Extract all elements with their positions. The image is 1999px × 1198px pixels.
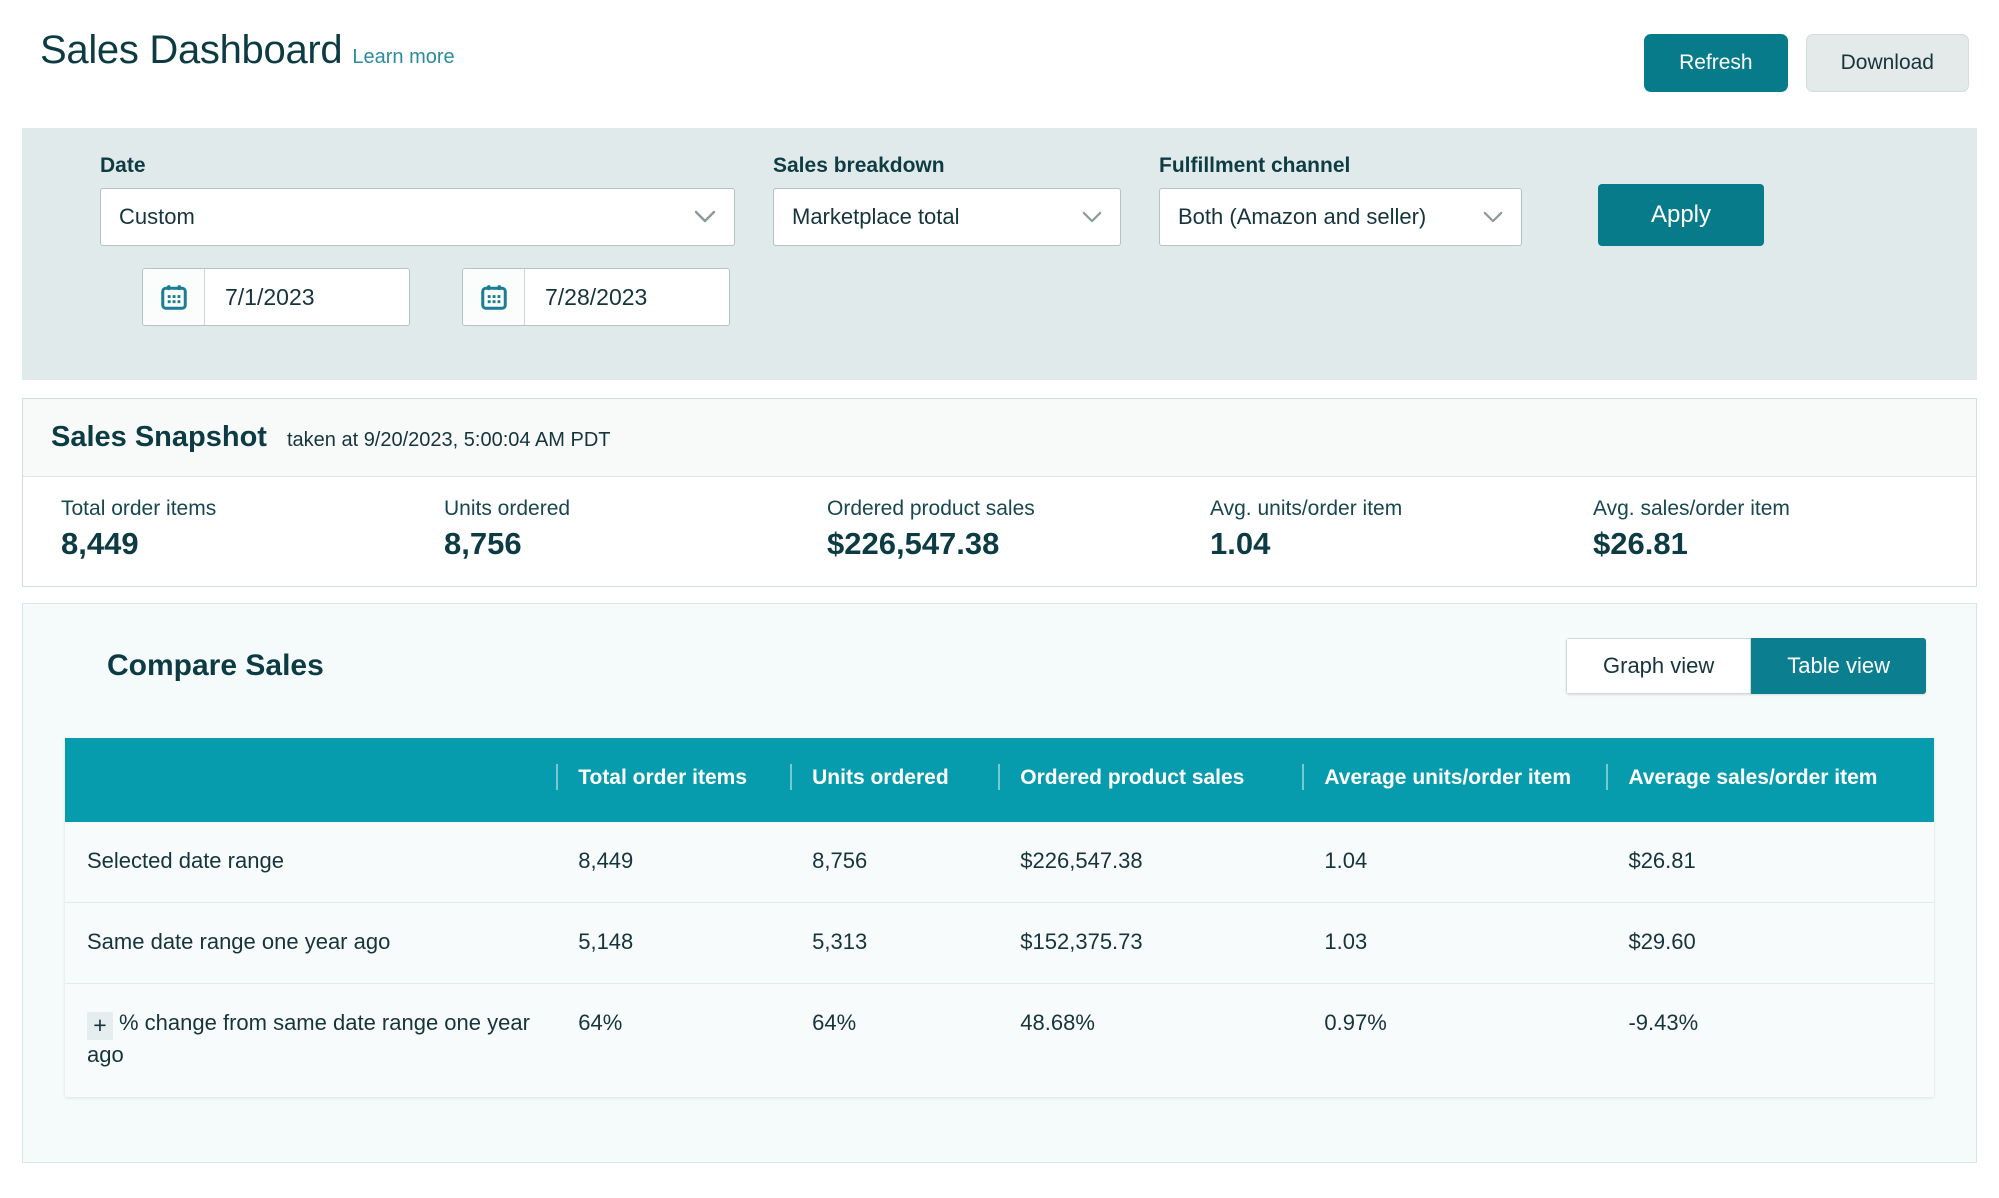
cell-units-ordered: 5,313 <box>790 903 998 984</box>
refresh-button[interactable]: Refresh <box>1644 34 1788 92</box>
page-header: Sales Dashboard Learn more Refresh Downl… <box>0 0 1999 118</box>
filter-row: Date Custom Sales breakdown Marketplace … <box>100 154 1977 246</box>
date-label: Date <box>100 154 735 178</box>
metric-value: $226,547.38 <box>827 526 1210 562</box>
compare-sales-title: Compare Sales <box>107 649 324 683</box>
snapshot-metrics: Total order items 8,449 Units ordered 8,… <box>23 477 1976 586</box>
breakdown-label: Sales breakdown <box>773 154 1121 178</box>
table-head: Total order items Units ordered Ordered … <box>65 738 1934 822</box>
table-row: Selected date range 8,449 8,756 $226,547… <box>65 822 1934 903</box>
title-wrap: Sales Dashboard Learn more <box>40 28 455 73</box>
metric-avg-units-order-item: Avg. units/order item 1.04 <box>1210 497 1593 562</box>
col-header-average-sales-order-item: Average sales/order item <box>1606 738 1934 822</box>
cell-avg-units-order-item: 1.04 <box>1302 822 1606 903</box>
col-header-total-order-items: Total order items <box>556 738 790 822</box>
col-header-blank <box>65 738 556 822</box>
metric-value: 8,449 <box>61 526 444 562</box>
metric-value: $26.81 <box>1593 526 1976 562</box>
cell-units-ordered: 8,756 <box>790 822 998 903</box>
table-header-row: Total order items Units ordered Ordered … <box>65 738 1934 822</box>
cell-avg-sales-order-item: -9.43% <box>1606 984 1934 1097</box>
table-row: Same date range one year ago 5,148 5,313… <box>65 903 1934 984</box>
chevron-down-icon <box>1082 204 1102 230</box>
calendar-icon[interactable] <box>143 269 205 325</box>
cell-total-order-items: 5,148 <box>556 903 790 984</box>
cell-avg-units-order-item: 1.03 <box>1302 903 1606 984</box>
snapshot-header: Sales Snapshot taken at 9/20/2023, 5:00:… <box>23 399 1976 477</box>
fulfillment-channel-select[interactable]: Both (Amazon and seller) <box>1159 188 1522 246</box>
start-date-input[interactable]: 7/1/2023 <box>205 269 409 325</box>
chevron-down-icon <box>1483 204 1503 230</box>
compare-sales-table: Total order items Units ordered Ordered … <box>65 738 1934 1097</box>
row-label-percent-change: +% change from same date range one year … <box>65 984 556 1097</box>
page-title: Sales Dashboard <box>40 28 342 73</box>
cell-avg-units-order-item: 0.97% <box>1302 984 1606 1097</box>
date-inputs: 7/1/2023 7/28/2023 <box>142 268 1977 326</box>
start-date-field[interactable]: 7/1/2023 <box>142 268 410 326</box>
cell-avg-sales-order-item: $26.81 <box>1606 822 1934 903</box>
metric-units-ordered: Units ordered 8,756 <box>444 497 827 562</box>
end-date-field[interactable]: 7/28/2023 <box>462 268 730 326</box>
sales-breakdown-value: Marketplace total <box>792 204 960 230</box>
download-button[interactable]: Download <box>1806 34 1969 92</box>
fulfillment-channel-value: Both (Amazon and seller) <box>1178 204 1426 230</box>
learn-more-link[interactable]: Learn more <box>352 46 454 69</box>
cell-units-ordered: 64% <box>790 984 998 1097</box>
table-row: +% change from same date range one year … <box>65 984 1934 1097</box>
end-date-input[interactable]: 7/28/2023 <box>525 269 729 325</box>
tab-table-view[interactable]: Table view <box>1751 638 1926 694</box>
metric-value: 8,756 <box>444 526 827 562</box>
cell-total-order-items: 8,449 <box>556 822 790 903</box>
metric-label: Avg. units/order item <box>1210 497 1593 521</box>
tab-graph-view[interactable]: Graph view <box>1566 638 1751 694</box>
view-toggle-group: Graph view Table view <box>1566 638 1926 694</box>
channel-label: Fulfillment channel <box>1159 154 1522 178</box>
cell-ordered-product-sales: $226,547.38 <box>998 822 1302 903</box>
apply-button[interactable]: Apply <box>1598 184 1764 246</box>
cell-ordered-product-sales: $152,375.73 <box>998 903 1302 984</box>
expand-row-icon[interactable]: + <box>87 1012 113 1040</box>
filter-panel: Date Custom Sales breakdown Marketplace … <box>22 128 1977 380</box>
cell-total-order-items: 64% <box>556 984 790 1097</box>
metric-label: Total order items <box>61 497 444 521</box>
metric-ordered-product-sales: Ordered product sales $226,547.38 <box>827 497 1210 562</box>
chevron-down-icon <box>694 204 716 230</box>
metric-label: Avg. sales/order item <box>1593 497 1976 521</box>
snapshot-timestamp: taken at 9/20/2023, 5:00:04 AM PDT <box>287 429 611 452</box>
metric-value: 1.04 <box>1210 526 1593 562</box>
table-body: Selected date range 8,449 8,756 $226,547… <box>65 822 1934 1097</box>
metric-label: Ordered product sales <box>827 497 1210 521</box>
row-label: Selected date range <box>65 822 556 903</box>
snapshot-title: Sales Snapshot <box>51 421 267 454</box>
cell-avg-sales-order-item: $29.60 <box>1606 903 1934 984</box>
metric-label: Units ordered <box>444 497 827 521</box>
date-range-select[interactable]: Custom <box>100 188 735 246</box>
header-actions: Refresh Download <box>1644 28 1969 92</box>
col-header-ordered-product-sales: Ordered product sales <box>998 738 1302 822</box>
compare-sales-header: Compare Sales Graph view Table view <box>65 638 1934 694</box>
breakdown-filter-group: Sales breakdown Marketplace total <box>773 154 1121 246</box>
row-label-text: % change from same date range one year a… <box>87 1010 530 1067</box>
metric-avg-sales-order-item: Avg. sales/order item $26.81 <box>1593 497 1976 562</box>
date-range-value: Custom <box>119 204 195 230</box>
row-label: Same date range one year ago <box>65 903 556 984</box>
compare-sales-card: Compare Sales Graph view Table view Tota… <box>22 603 1977 1163</box>
cell-ordered-product-sales: 48.68% <box>998 984 1302 1097</box>
channel-filter-group: Fulfillment channel Both (Amazon and sel… <box>1159 154 1522 246</box>
metric-total-order-items: Total order items 8,449 <box>61 497 444 562</box>
col-header-average-units-order-item: Average units/order item <box>1302 738 1606 822</box>
date-filter-group: Date Custom <box>100 154 735 246</box>
sales-breakdown-select[interactable]: Marketplace total <box>773 188 1121 246</box>
col-header-units-ordered: Units ordered <box>790 738 998 822</box>
calendar-icon[interactable] <box>463 269 525 325</box>
sales-snapshot-card: Sales Snapshot taken at 9/20/2023, 5:00:… <box>22 398 1977 587</box>
